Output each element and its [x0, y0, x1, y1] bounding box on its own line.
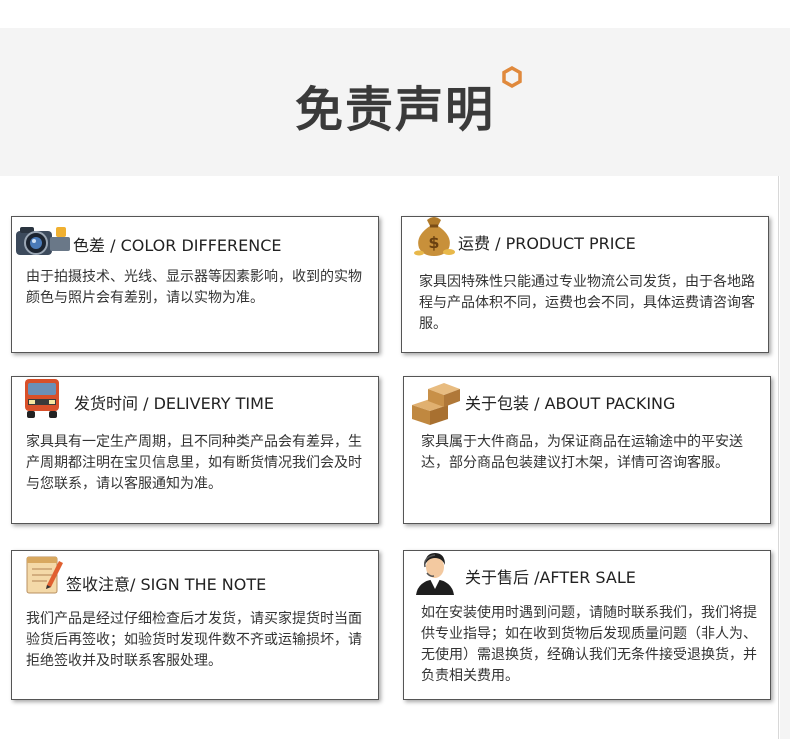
card-body-color: 由于拍摄技术、光线、显示器等因素影响，收到的实物颜色与照片会有差别，请以实物为准… — [26, 269, 362, 306]
svg-text:$: $ — [428, 233, 439, 252]
card-color-difference: 色差 / COLOR DIFFERENCE 由于拍摄技术、光线、显示器等因素影响… — [11, 216, 379, 353]
right-edge-band — [780, 176, 790, 739]
card-title-sign: 签收注意/ SIGN THE NOTE — [66, 575, 267, 594]
card-body-aftersale: 如在安装使用时遇到问题，请随时联系我们，我们将提供专业指导；如在收到货物后发现质… — [421, 605, 757, 684]
card-sign-the-note: 签收注意/ SIGN THE NOTE 我们产品是经过仔细检查后才发货，请买家提… — [11, 550, 379, 700]
camera-icon — [16, 227, 70, 255]
right-edge-divider — [778, 176, 779, 739]
notepad-icon — [26, 556, 63, 594]
card-product-price: $ 运费 / PRODUCT PRICE 家具因特殊性只能通过专业物流公司发货，… — [401, 216, 769, 353]
card-title-packing: 关于包装 / ABOUT PACKING — [465, 394, 676, 413]
card-body-price: 家具因特殊性只能通过专业物流公司发货，由于各地路程与产品体积不同，运费也会不同，… — [419, 274, 755, 332]
card-delivery-time: 发货时间 / DELIVERY TIME 家具具有一定生产周期，且不同种类产品会… — [11, 376, 379, 524]
card-title-delivery: 发货时间 / DELIVERY TIME — [74, 394, 275, 413]
card-after-sale: 关于售后 /AFTER SALE 如在安装使用时遇到问题，请随时联系我们，我们将… — [403, 550, 771, 700]
card-title-price: 运费 / PRODUCT PRICE — [458, 234, 636, 253]
card-body-delivery: 家具具有一定生产周期，且不同种类产品会有差异，生产周期都注明在宝贝信息里，如有断… — [26, 434, 362, 492]
hexagon-icon — [502, 66, 522, 88]
truck-icon — [25, 379, 59, 418]
boxes-icon — [412, 383, 460, 425]
card-title-color: 色差 / COLOR DIFFERENCE — [73, 236, 282, 255]
customer-service-icon — [416, 553, 454, 595]
money-bag-icon: $ — [414, 217, 455, 256]
card-title-aftersale: 关于售后 /AFTER SALE — [465, 568, 636, 587]
card-body-sign: 我们产品是经过仔细检查后才发货，请买家提货时当面验货后再签收；如验货时发现件数不… — [26, 611, 362, 669]
page-title: 免责声明 — [294, 82, 495, 138]
card-body-packing: 家具属于大件商品，为保证商品在运输途中的平安送达，部分商品包装建议打木架，详情可… — [421, 434, 743, 471]
card-about-packing: 关于包装 / ABOUT PACKING 家具属于大件商品，为保证商品在运输途中… — [403, 376, 771, 524]
